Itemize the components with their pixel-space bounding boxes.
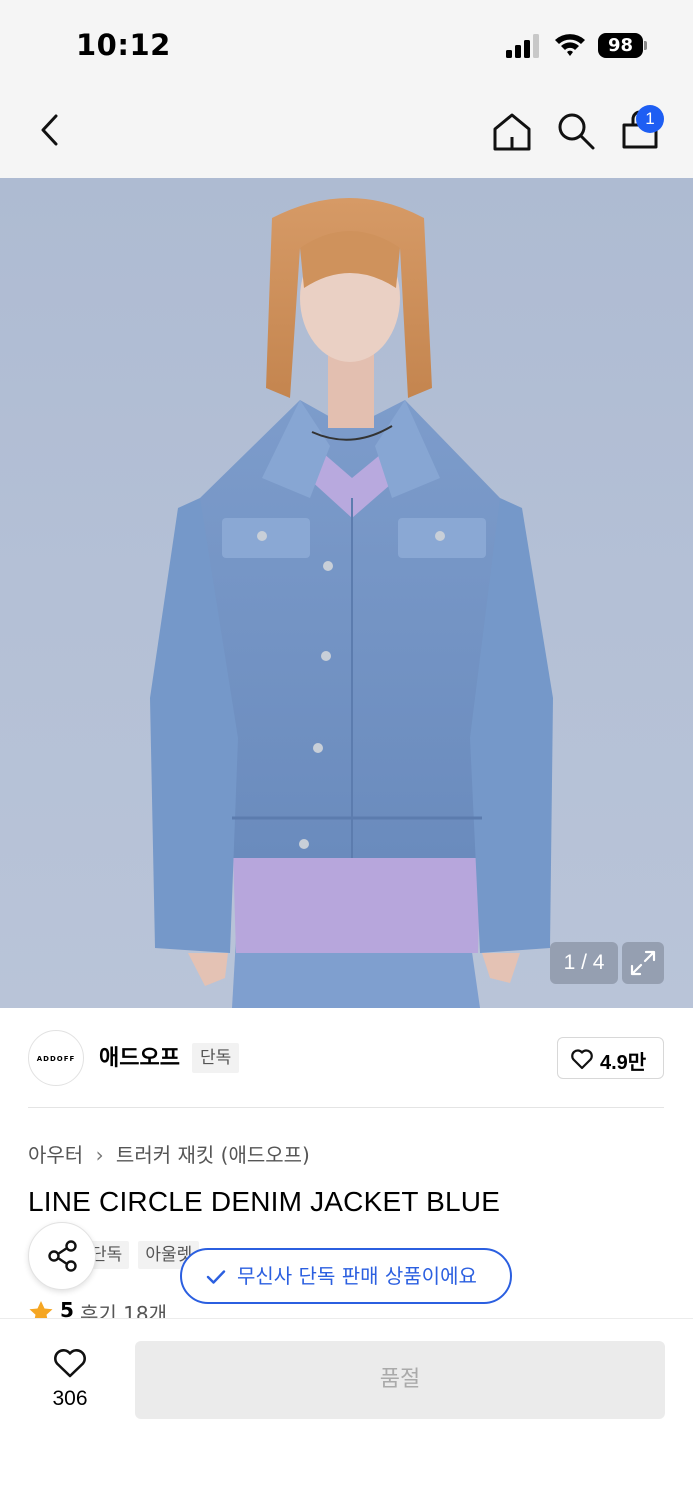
share-button[interactable] [28,1222,96,1290]
status-time: 10:12 [76,28,171,62]
breadcrumb-chevron-icon: › [95,1143,104,1167]
wishlist-button[interactable]: 306 [30,1343,110,1423]
divider [28,1107,664,1108]
battery-tip [644,41,647,50]
brand-name[interactable]: 애드오프 [99,1040,180,1072]
exclusive-sale-text: 무신사 단독 판매 상품이에요 [237,1264,477,1288]
bottom-action-bar: 306 품절 [0,1318,693,1500]
brand-like-count: 4.9만 [600,1052,647,1074]
review-count: 후기 18개 [80,1302,168,1320]
expand-button[interactable] [622,942,664,984]
cart-count-badge: 1 [636,105,664,133]
share-icon [48,1240,77,1272]
brand-exclusive-tag: 단독 [192,1043,240,1073]
heart-icon [571,1049,593,1070]
breadcrumb-category[interactable]: 아우터 [28,1139,83,1168]
breadcrumb: 아우터 › 트러커 재킷 (애드오프) [28,1139,310,1168]
star-icon [29,1301,53,1320]
expand-icon [630,950,656,976]
product-image[interactable] [0,178,693,1008]
home-icon[interactable] [490,110,534,154]
product-photo [150,198,553,1008]
product-title: LINE CIRCLE DENIM JACKET BLUE [28,1186,501,1217]
check-icon [206,1270,226,1284]
wishlist-count: 306 [52,1387,88,1410]
signal-icon [506,34,539,58]
battery-indicator: 98 [598,33,648,58]
battery-level: 98 [598,33,643,58]
wifi-icon [555,34,585,56]
brand-like-button[interactable]: 4.9만 [557,1037,664,1079]
search-icon[interactable] [555,110,597,152]
brand-logo[interactable]: ADDOFF [28,1030,84,1086]
image-counter: 1 / 4 [550,942,618,984]
back-icon[interactable] [34,110,66,150]
top-nav: 1 [0,88,693,178]
soldout-button: 품절 [135,1341,665,1419]
heart-icon [54,1349,86,1378]
breadcrumb-subcategory[interactable]: 트러커 재킷 (애드오프) [116,1139,310,1168]
status-bar: 10:12 98 [0,0,693,88]
rating-score: 5 [60,1298,74,1320]
exclusive-sale-banner: 무신사 단독 판매 상품이에요 [180,1248,512,1304]
